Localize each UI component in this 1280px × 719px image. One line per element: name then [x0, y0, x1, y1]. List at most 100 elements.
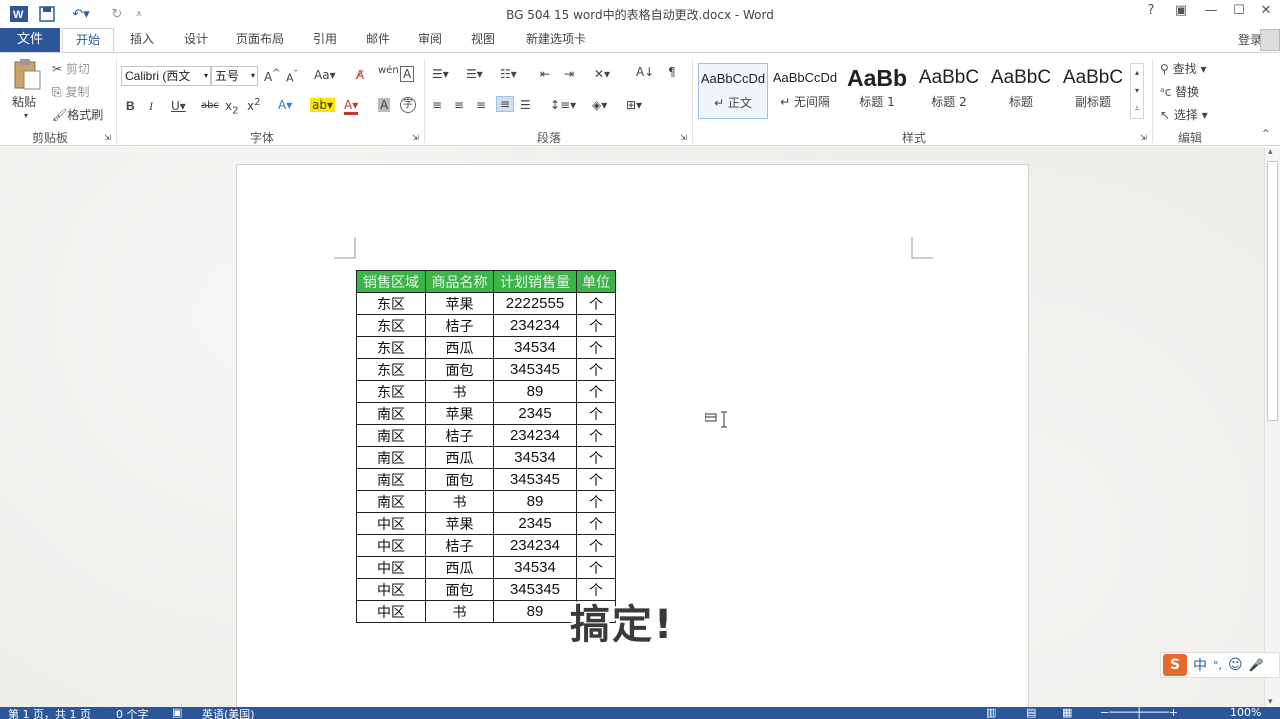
table-cell[interactable]: 东区: [356, 336, 426, 359]
table-cell[interactable]: 2222555: [493, 292, 577, 315]
table-cell[interactable]: 个: [576, 292, 616, 315]
table-cell[interactable]: 中区: [356, 556, 426, 579]
styles-launcher-icon[interactable]: ⇲: [1140, 133, 1147, 142]
sort-icon[interactable]: A↓: [636, 65, 654, 79]
web-layout-icon[interactable]: ▦: [1062, 707, 1072, 719]
print-layout-icon[interactable]: ▤: [1026, 707, 1036, 719]
collapse-ribbon-icon[interactable]: ^: [1262, 129, 1270, 139]
table-cell[interactable]: 面包: [425, 358, 494, 381]
font-color-icon[interactable]: A▾: [344, 98, 359, 115]
table-cell[interactable]: 南区: [356, 468, 426, 491]
phonetic-guide-icon[interactable]: wén: [378, 65, 399, 76]
tab-page-layout[interactable]: 页面布局: [230, 28, 290, 52]
tab-review[interactable]: 审阅: [408, 28, 452, 52]
table-cell[interactable]: 桔子: [425, 424, 494, 447]
table-cell[interactable]: 中区: [356, 534, 426, 557]
increase-indent-icon[interactable]: ⇥: [564, 67, 574, 81]
header-cell[interactable]: 计划销售量: [493, 270, 577, 293]
tab-file[interactable]: 文件: [0, 28, 60, 52]
table-cell[interactable]: 个: [576, 446, 616, 469]
justify-icon[interactable]: ≡: [496, 96, 515, 112]
table-cell[interactable]: 个: [576, 402, 616, 425]
character-shading-icon[interactable]: A: [378, 98, 391, 112]
header-cell[interactable]: 单位: [576, 270, 616, 293]
table-cell[interactable]: 34534: [493, 336, 577, 359]
underline-icon[interactable]: U▾: [171, 99, 186, 113]
table-cell[interactable]: 东区: [356, 314, 426, 337]
table-cell[interactable]: 书: [425, 490, 494, 513]
decrease-indent-icon[interactable]: ⇤: [540, 67, 550, 81]
table-cell[interactable]: 个: [576, 468, 616, 491]
language[interactable]: 英语(美国): [202, 707, 255, 719]
scroll-down-icon[interactable]: ▾: [1268, 697, 1273, 707]
table-cell[interactable]: 个: [576, 556, 616, 579]
table-cell[interactable]: 个: [576, 336, 616, 359]
microphone-icon[interactable]: 🎤: [1249, 658, 1264, 672]
style-heading-2[interactable]: AaBbC 标题 2: [914, 63, 984, 119]
scroll-up-icon[interactable]: ▴: [1268, 147, 1273, 157]
table-cell[interactable]: 个: [576, 534, 616, 557]
align-left-icon[interactable]: ≡: [432, 98, 442, 112]
maximize-button[interactable]: ☐: [1228, 3, 1250, 23]
align-center-icon[interactable]: ≡: [454, 98, 464, 112]
minimize-button[interactable]: —: [1200, 3, 1222, 23]
table-cell[interactable]: 南区: [356, 490, 426, 513]
borders-icon[interactable]: ⊞▾: [626, 98, 642, 112]
line-spacing-icon[interactable]: ↕≡▾: [550, 98, 576, 112]
font-size-combo[interactable]: 五号 ▾: [211, 66, 258, 86]
table-cell[interactable]: 34534: [493, 556, 577, 579]
tab-insert[interactable]: 插入: [120, 28, 164, 52]
table-cell[interactable]: 桔子: [425, 534, 494, 557]
table-cell[interactable]: 234234: [493, 534, 577, 557]
table-cell[interactable]: 89: [493, 600, 577, 623]
numbering-icon[interactable]: ☰▾: [466, 67, 483, 81]
table-cell[interactable]: 面包: [425, 578, 494, 601]
table-cell[interactable]: 234234: [493, 314, 577, 337]
align-right-icon[interactable]: ≡: [476, 98, 486, 112]
table-cell[interactable]: 345345: [493, 468, 577, 491]
change-case-icon[interactable]: Aa▾: [314, 68, 336, 82]
style-no-spacing[interactable]: AaBbCcDd ↵ 无间隔: [770, 63, 840, 119]
table-cell[interactable]: 34534: [493, 446, 577, 469]
word-count[interactable]: 0 个字: [116, 707, 149, 719]
table-cell[interactable]: 西瓜: [425, 336, 494, 359]
table-cell[interactable]: 书: [425, 600, 494, 623]
table-cell[interactable]: 桔子: [425, 314, 494, 337]
table-cell[interactable]: 2345: [493, 512, 577, 535]
table-cell[interactable]: 个: [576, 424, 616, 447]
format-painter-button[interactable]: 🖌格式刷: [52, 106, 103, 123]
table-cell[interactable]: 个: [576, 490, 616, 513]
style-subtitle[interactable]: AaBbC 副标题: [1058, 63, 1128, 119]
vertical-scrollbar[interactable]: ▴ ▾: [1264, 147, 1280, 707]
tab-design[interactable]: 设计: [174, 28, 218, 52]
grow-font-icon[interactable]: A^: [264, 68, 281, 84]
table-cell[interactable]: 东区: [356, 358, 426, 381]
header-cell[interactable]: 商品名称: [425, 270, 494, 293]
bullets-icon[interactable]: ☰▾: [432, 67, 449, 81]
table-move-handle-icon[interactable]: [705, 411, 719, 429]
table-cell[interactable]: 345345: [493, 578, 577, 601]
shading-icon[interactable]: ◈▾: [592, 98, 607, 112]
login-link[interactable]: 登录: [1238, 31, 1262, 48]
font-name-combo[interactable]: Calibri (西文 ▾: [121, 66, 211, 86]
scroll-thumb[interactable]: [1267, 161, 1278, 421]
highlight-icon[interactable]: ab▾: [310, 98, 335, 112]
tab-mailings[interactable]: 邮件: [356, 28, 400, 52]
find-button[interactable]: ⚲ 查找 ▾: [1160, 60, 1206, 77]
table-cell[interactable]: 个: [576, 512, 616, 535]
table-cell[interactable]: 中区: [356, 578, 426, 601]
tab-new-tab[interactable]: 新建选项卡: [518, 28, 594, 52]
font-launcher-icon[interactable]: ⇲: [412, 133, 419, 142]
tab-references[interactable]: 引用: [303, 28, 347, 52]
read-mode-icon[interactable]: ▥: [986, 707, 996, 719]
proofing-icon[interactable]: ▣: [172, 707, 182, 719]
tab-home[interactable]: 开始: [62, 28, 114, 53]
table-cell[interactable]: 东区: [356, 380, 426, 403]
table-cell[interactable]: 书: [425, 380, 494, 403]
sales-table[interactable]: 销售区域 商品名称 计划销售量 单位 东区 苹果 2222555 个东区 桔子 23423…: [356, 270, 616, 623]
table-cell[interactable]: 中区: [356, 600, 426, 623]
enclose-characters-icon[interactable]: 字: [400, 97, 416, 113]
clipboard-launcher-icon[interactable]: ⇲: [104, 133, 111, 142]
table-cell[interactable]: 89: [493, 490, 577, 513]
cut-button[interactable]: ✂ 剪切: [52, 60, 90, 77]
